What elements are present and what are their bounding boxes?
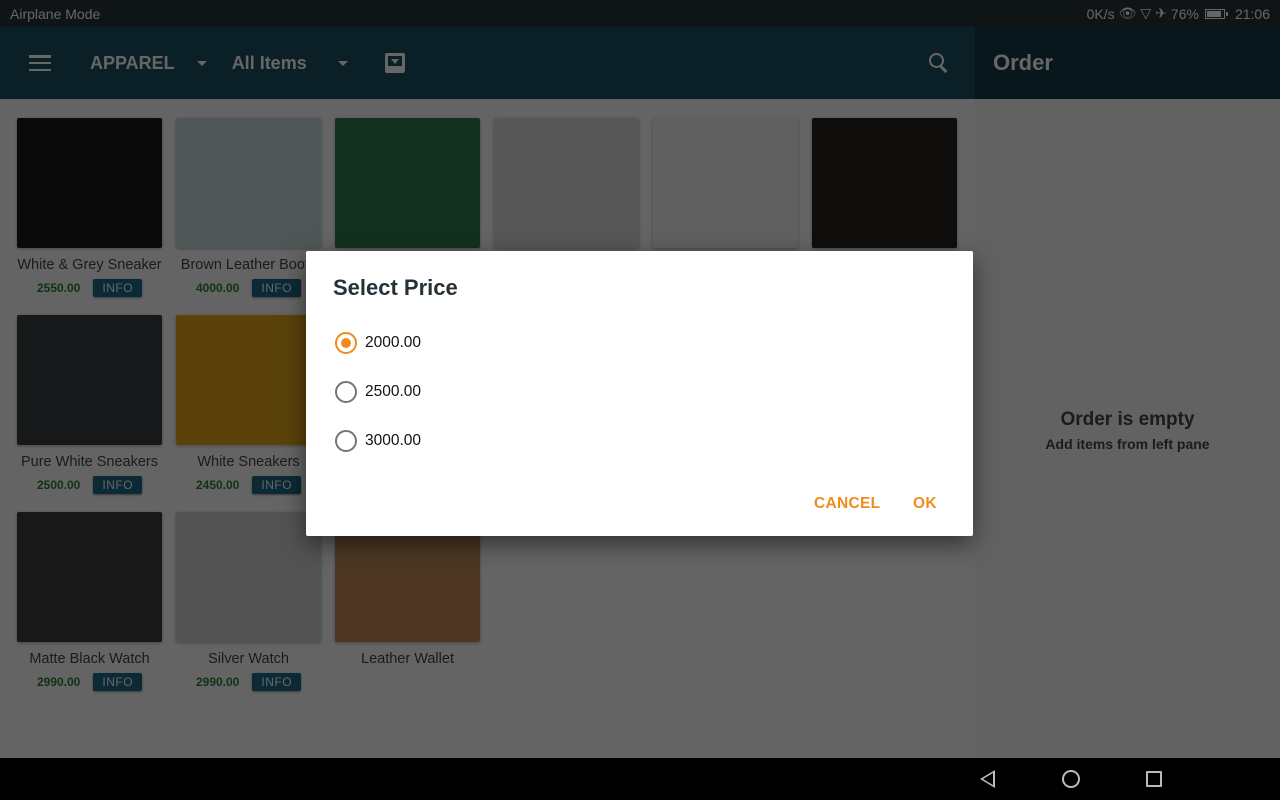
price-option-label: 2500.00: [365, 383, 422, 400]
radio-button[interactable]: [335, 430, 357, 452]
radio-button[interactable]: [335, 332, 357, 354]
price-option[interactable]: 2500.00: [335, 381, 421, 403]
home-icon[interactable]: [1062, 770, 1080, 788]
price-option[interactable]: 3000.00: [335, 430, 421, 452]
price-option-label: 2000.00: [365, 334, 422, 351]
ok-button[interactable]: OK: [913, 495, 937, 513]
cancel-button[interactable]: CANCEL: [814, 495, 880, 513]
radio-button[interactable]: [335, 381, 357, 403]
recents-icon[interactable]: [1146, 771, 1162, 787]
dialog-title: Select Price: [333, 275, 458, 300]
price-option-label: 3000.00: [365, 432, 422, 449]
price-option[interactable]: 2000.00: [335, 332, 421, 354]
navigation-bar: [0, 758, 1280, 800]
select-price-dialog: Select Price 2000.00 2500.00 3000.00 CAN…: [306, 251, 973, 536]
back-icon[interactable]: [980, 770, 995, 788]
